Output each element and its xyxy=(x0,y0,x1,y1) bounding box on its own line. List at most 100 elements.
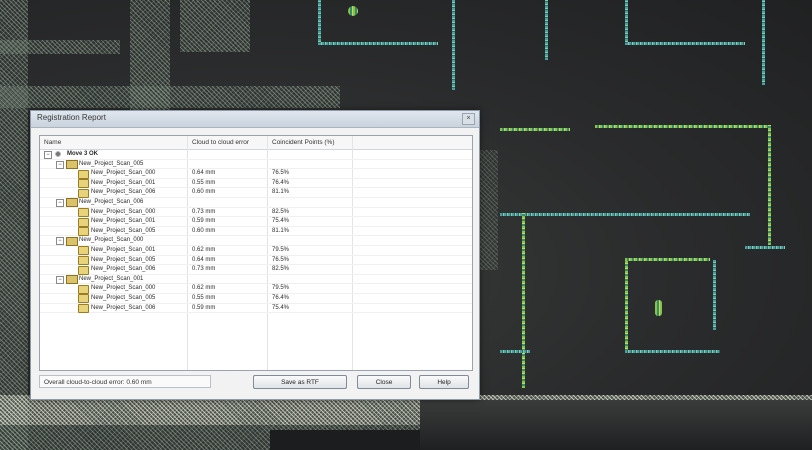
row-percent: 79.5% xyxy=(272,285,290,292)
row-name: New_Project_Scan_000 xyxy=(91,208,156,215)
row-name: New_Project_Scan_000 xyxy=(91,285,156,292)
scan-icon xyxy=(78,227,89,237)
row-percent: 81.1% xyxy=(272,227,290,234)
dark-block xyxy=(420,400,812,450)
row-name: New_Project_Scan_006 xyxy=(79,198,144,205)
table-row[interactable]: New_Project_Scan_001 0.62 mm 79.5% xyxy=(40,246,472,256)
scan-icon xyxy=(78,246,89,256)
point-cloud-blob xyxy=(348,6,358,16)
row-name: New_Project_Scan_000 xyxy=(91,170,156,177)
tree-root-row[interactable]: − Move 3 OK xyxy=(40,150,472,160)
row-name: New_Project_Scan_000 xyxy=(79,237,144,244)
column-header-percent[interactable]: Coincident Points (%) xyxy=(272,139,335,146)
registration-report-dialog: Registration Report × Name Cloud to clou… xyxy=(30,110,480,400)
tree-group-row[interactable]: − New_Project_Scan_001 xyxy=(40,275,472,285)
close-icon[interactable]: × xyxy=(462,113,475,125)
collapse-toggle-icon[interactable]: − xyxy=(56,237,64,246)
scan-group-icon xyxy=(66,198,78,208)
row-name: New_Project_Scan_005 xyxy=(91,227,156,234)
row-percent: 75.4% xyxy=(272,218,290,225)
point-cloud-line xyxy=(595,125,770,128)
row-percent: 76.5% xyxy=(272,170,290,177)
save-as-rtf-button[interactable]: Save as RTF xyxy=(253,375,347,389)
scan-icon xyxy=(78,169,89,179)
point-cloud-wall xyxy=(478,150,498,270)
column-header-name[interactable]: Name xyxy=(44,139,61,146)
report-tree-table[interactable]: Name Cloud to cloud error Coincident Poi… xyxy=(39,135,473,371)
collapse-toggle-icon[interactable]: − xyxy=(56,198,64,207)
scan-group-icon xyxy=(66,275,78,285)
point-cloud-line xyxy=(625,350,720,353)
column-header-error[interactable]: Cloud to cloud error xyxy=(192,139,249,146)
row-percent: 76.4% xyxy=(272,294,290,301)
table-row[interactable]: New_Project_Scan_000 0.73 mm 82.5% xyxy=(40,208,472,218)
row-percent: 76.5% xyxy=(272,256,290,263)
table-row[interactable]: New_Project_Scan_006 0.59 mm 75.4% xyxy=(40,304,472,314)
table-header: Name Cloud to cloud error Coincident Poi… xyxy=(40,136,472,150)
scan-icon xyxy=(78,208,89,218)
scan-group-icon xyxy=(66,236,78,246)
row-percent: 76.4% xyxy=(272,179,290,186)
point-cloud-line xyxy=(500,128,570,131)
collapse-toggle-icon[interactable]: − xyxy=(56,275,64,284)
point-cloud-line xyxy=(318,42,438,45)
point-cloud-line xyxy=(500,213,750,216)
point-cloud-line xyxy=(762,0,765,85)
row-error: 0.64 mm xyxy=(192,256,216,263)
row-name: New_Project_Scan_005 xyxy=(91,256,156,263)
scan-icon xyxy=(78,294,89,304)
row-name: New_Project_Scan_006 xyxy=(91,304,156,311)
point-cloud-line xyxy=(500,350,530,353)
row-name: New_Project_Scan_001 xyxy=(91,179,156,186)
row-error: 0.73 mm xyxy=(192,266,216,273)
scan-icon xyxy=(78,179,89,189)
row-name: New_Project_Scan_001 xyxy=(91,218,156,225)
point-cloud-line xyxy=(625,258,628,353)
collapse-toggle-icon[interactable]: − xyxy=(44,151,52,159)
row-percent: 82.5% xyxy=(272,208,290,215)
close-button[interactable]: Close xyxy=(357,375,411,389)
table-row[interactable]: New_Project_Scan_005 0.64 mm 76.5% xyxy=(40,256,472,266)
point-cloud-line xyxy=(625,258,710,261)
help-button[interactable]: Help xyxy=(419,375,469,389)
row-error: 0.64 mm xyxy=(192,170,216,177)
row-error: 0.55 mm xyxy=(192,179,216,186)
table-row[interactable]: New_Project_Scan_006 0.60 mm 81.1% xyxy=(40,188,472,198)
row-error: 0.55 mm xyxy=(192,294,216,301)
scan-icon xyxy=(78,188,89,198)
dark-block xyxy=(270,430,430,450)
point-cloud-line xyxy=(745,246,785,249)
tree-group-row[interactable]: − New_Project_Scan_000 xyxy=(40,236,472,246)
row-error: 0.59 mm xyxy=(192,218,216,225)
dialog-title: Registration Report xyxy=(37,113,106,122)
table-row[interactable]: New_Project_Scan_006 0.73 mm 82.5% xyxy=(40,265,472,275)
point-cloud-line xyxy=(522,213,525,388)
row-percent: 82.5% xyxy=(272,266,290,273)
point-cloud-wall xyxy=(0,40,120,54)
row-percent: 75.4% xyxy=(272,304,290,311)
table-row[interactable]: New_Project_Scan_000 0.64 mm 76.5% xyxy=(40,169,472,179)
tree-group-row[interactable]: − New_Project_Scan_006 xyxy=(40,198,472,208)
point-cloud-line xyxy=(545,0,548,60)
table-row[interactable]: New_Project_Scan_001 0.59 mm 75.4% xyxy=(40,217,472,227)
row-name: New_Project_Scan_001 xyxy=(91,246,156,253)
table-row[interactable]: New_Project_Scan_000 0.62 mm 79.5% xyxy=(40,284,472,294)
collapse-toggle-icon[interactable]: − xyxy=(56,160,64,169)
table-row[interactable]: New_Project_Scan_005 0.55 mm 76.4% xyxy=(40,294,472,304)
tree-group-row[interactable]: − New_Project_Scan_005 xyxy=(40,160,472,170)
row-error: 0.73 mm xyxy=(192,208,216,215)
point-cloud-line xyxy=(318,0,321,45)
scanner-cluster-icon xyxy=(54,150,64,158)
point-cloud-blob xyxy=(655,300,662,316)
row-percent: 79.5% xyxy=(272,246,290,253)
table-row[interactable]: New_Project_Scan_001 0.55 mm 76.4% xyxy=(40,179,472,189)
row-name: New_Project_Scan_006 xyxy=(91,189,156,196)
row-error: 0.62 mm xyxy=(192,285,216,292)
scan-icon xyxy=(78,256,89,266)
scan-icon xyxy=(78,304,89,313)
dialog-titlebar[interactable]: Registration Report × xyxy=(31,111,479,128)
scan-icon xyxy=(78,217,89,227)
table-row[interactable]: New_Project_Scan_005 0.60 mm 81.1% xyxy=(40,227,472,237)
row-percent: 81.1% xyxy=(272,189,290,196)
point-cloud-wall xyxy=(180,0,250,52)
